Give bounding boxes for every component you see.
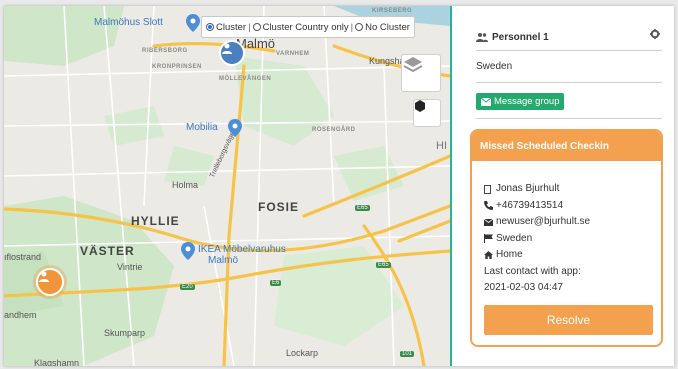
map-pin-icon[interactable] <box>181 242 195 260</box>
road-shield-e20: E20 <box>180 284 195 290</box>
cluster-option-none[interactable]: No Cluster <box>355 22 410 33</box>
map-label-ribersborg: RIBERSBORG <box>142 48 188 54</box>
last-contact-label: Last contact with app: <box>484 265 581 277</box>
app-frame: Malmöhus Slott Malmö KIRSEBERG RIBERSBOR… <box>4 6 674 366</box>
alert-location: Home <box>496 249 523 260</box>
radio-cluster[interactable] <box>206 23 214 31</box>
divider <box>476 118 662 119</box>
user-icon <box>39 271 49 282</box>
map-label-lockarp: Lockarp <box>286 348 319 358</box>
envelope-icon <box>481 97 491 106</box>
alert-card: Missed Scheduled Checkin Jonas Bjurhult … <box>470 129 663 347</box>
layers-button[interactable] <box>401 54 441 92</box>
map-label-hi: HI <box>436 140 447 152</box>
road-shield-e65-b: E65 <box>376 262 391 268</box>
road-shield-101: 101 <box>400 351 415 357</box>
map-label-mollevangen: MÖLLEVÅNGEN <box>219 76 272 82</box>
alert-country: Sweden <box>496 232 533 244</box>
hexagon-icon <box>415 100 425 112</box>
cluster-mode-selector: Cluster | Cluster Country only | No Clus… <box>201 16 415 38</box>
map-label-flostrand: ıflostrand <box>4 252 42 262</box>
alert-location-row: Home <box>484 247 661 264</box>
map-label-kronprinsen: KRONPRINSEN <box>152 64 202 70</box>
road-shield-e6: E6 <box>270 280 282 286</box>
home-icon <box>484 251 496 260</box>
map-label-fosie: FOSIE <box>258 200 300 214</box>
map-label-varnhem: VARNHEM <box>276 51 310 57</box>
layers-icon <box>403 57 423 73</box>
last-contact-value: 2021-02-03 04:47 <box>484 282 563 293</box>
map-view[interactable]: Malmöhus Slott Malmö KIRSEBERG RIBERSBOR… <box>4 6 450 366</box>
alert-email-row: newuser@bjurhult.se <box>484 214 661 231</box>
radio-cluster-country[interactable] <box>252 23 261 31</box>
map-label-vintrie: Vintrie <box>117 262 143 272</box>
resolve-button[interactable]: Resolve <box>484 305 653 335</box>
cluster-option-country-only[interactable]: Cluster Country only <box>252 21 349 33</box>
map-label-rosengard: ROSENGÅRD <box>312 127 356 133</box>
map-label-kirseberg: KIRSEBERG <box>372 8 413 14</box>
cluster-marker[interactable] <box>219 40 245 66</box>
map-label-vaster: VÄSTER <box>80 244 135 258</box>
map-label-andhem: andhem <box>4 310 37 320</box>
cluster-option-label: Cluster <box>216 21 247 33</box>
separator: | <box>350 21 354 33</box>
phone-icon <box>484 201 496 211</box>
map-label-malmohus: Malmöhus Slott <box>94 17 163 28</box>
cluster-option-label: Cluster Country only <box>262 21 349 33</box>
alert-email[interactable]: newuser@bjurhult.se <box>496 214 590 231</box>
alert-details: Jonas Bjurhult +46739413514 newuser@bjur… <box>472 161 661 297</box>
personnel-marker[interactable] <box>36 268 64 296</box>
flag-icon <box>484 234 496 244</box>
message-group-label: Message group <box>494 96 560 107</box>
separator: | <box>248 21 251 33</box>
map-pin-icon[interactable] <box>186 14 200 32</box>
envelope-icon <box>484 218 496 226</box>
alert-name: Jonas Bjurhult <box>496 183 560 194</box>
alert-title: Missed Scheduled Checkin <box>472 131 661 161</box>
map-label-hyllie: HYLLIE <box>131 214 180 228</box>
map-pin-icon[interactable] <box>228 119 242 137</box>
details-panel: Personnel 1 Sweden Message group Missed … <box>452 6 674 366</box>
map-label-ikea: IKEA Möbelvaruhus <box>198 244 286 255</box>
panel-header: Personnel 1 <box>476 24 662 51</box>
alert-phone-row: +46739413514 <box>484 198 661 215</box>
map-label-mobilia: Mobilia <box>186 122 218 133</box>
cluster-option-cluster[interactable]: Cluster <box>206 22 246 33</box>
radio-no-cluster[interactable] <box>355 23 364 31</box>
alert-name-row: Jonas Bjurhult <box>484 181 661 198</box>
user-icon <box>222 43 232 54</box>
map-label-skumparp: Skumparp <box>104 328 146 338</box>
cluster-option-label: No Cluster <box>365 21 410 33</box>
map-label-holma: Holma <box>172 180 199 190</box>
group-country: Sweden <box>476 61 662 83</box>
road-shield-e65-a: E65 <box>355 205 370 211</box>
map-label-ikea-city: Malmö <box>208 255 239 266</box>
user-icon <box>484 184 496 194</box>
alert-phone[interactable]: +46739413514 <box>496 198 563 215</box>
draw-polygon-button[interactable] <box>413 99 441 127</box>
alert-country-row: Sweden <box>484 231 661 248</box>
gear-icon[interactable] <box>650 29 660 39</box>
message-group-button[interactable]: Message group <box>476 93 565 110</box>
users-icon <box>476 33 488 42</box>
map-label-klagshamn: Klagshamn <box>34 358 80 366</box>
panel-title: Personnel 1 <box>492 31 549 43</box>
